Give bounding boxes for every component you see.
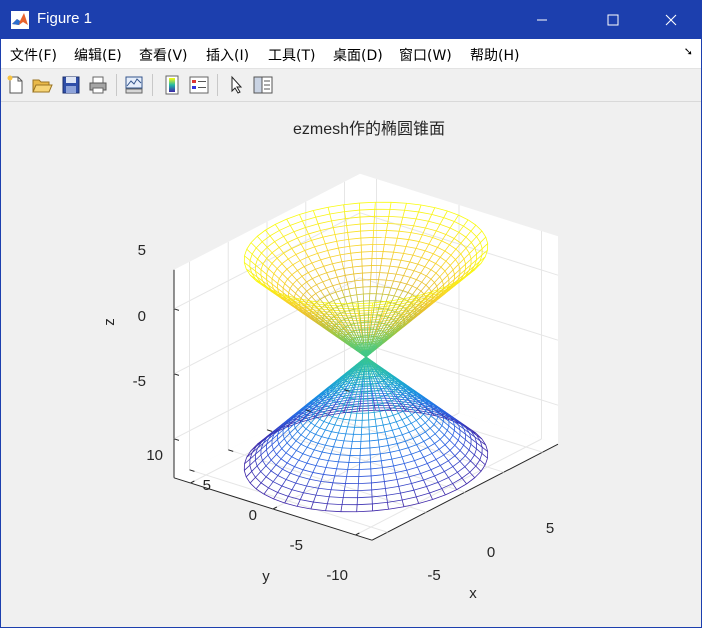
mesh-line: [344, 327, 352, 328]
close-icon: [665, 14, 677, 26]
mesh-line: [342, 448, 351, 449]
mesh-line: [380, 273, 388, 274]
open-file-icon[interactable]: [31, 74, 53, 96]
z-tick-label: -5: [133, 373, 146, 390]
x-tick-label: 5: [546, 520, 554, 537]
menu-tools[interactable]: 工具(T): [268, 45, 315, 65]
property-editor-icon[interactable]: [252, 74, 274, 96]
window-title: Figure 1: [37, 10, 92, 27]
mesh-line: [362, 391, 372, 392]
maximize-button[interactable]: [590, 1, 636, 39]
mesh-line: [360, 462, 371, 463]
close-button[interactable]: [648, 1, 694, 39]
figure-window: Figure 1 文件(F) 编辑(E) 查看(V) 插入(I) 工具(T) 桌…: [0, 0, 702, 628]
z-tick-label: 5: [138, 242, 146, 259]
menu-view[interactable]: 查看(V): [139, 45, 188, 65]
mesh-line: [380, 386, 388, 387]
mesh-line: [360, 455, 370, 456]
mesh-line: [344, 441, 352, 442]
menu-edit[interactable]: 编辑(E): [74, 45, 122, 65]
z-tick-label: 0: [138, 308, 146, 325]
mesh-line: [360, 320, 371, 321]
mesh-line: [362, 259, 372, 260]
x-tick-label: 0: [487, 544, 495, 561]
edit-plot-pointer-icon[interactable]: [226, 74, 248, 96]
y-tick-label: 10: [146, 447, 163, 464]
print-icon[interactable]: [87, 74, 109, 96]
mesh-line: [360, 323, 370, 324]
maximize-icon: [607, 14, 619, 26]
figure-canvas[interactable]: ezmesh作的椭圆锥面 5 0 -5 z 10 5 0 -5 -10 y -5…: [1, 102, 701, 627]
x-tick-label: -5: [427, 567, 440, 584]
insert-colorbar-icon[interactable]: [161, 74, 183, 96]
z-axis-label: z: [101, 318, 118, 326]
menu-help[interactable]: 帮助(H): [470, 45, 519, 65]
toolbar-separator: [116, 74, 117, 96]
y-tick-label: -5: [290, 537, 303, 554]
y-axis-label: y: [262, 568, 270, 585]
matlab-logo-icon: [11, 11, 29, 29]
mesh-line: [361, 252, 372, 253]
menu-bar: 文件(F) 编辑(E) 查看(V) 插入(I) 工具(T) 桌面(D) 窗口(W…: [1, 39, 701, 69]
mesh-line: [381, 389, 390, 390]
insert-legend-icon[interactable]: [188, 74, 210, 96]
mesh-plot[interactable]: ezmesh作的椭圆锥面 5 0 -5 z 10 5 0 -5 -10 y -5…: [1, 102, 701, 627]
minimize-icon: [536, 14, 548, 26]
mesh-line: [379, 308, 384, 309]
y-tick-label: 0: [249, 507, 257, 524]
mesh-line: [361, 393, 372, 394]
y-tick-label: 5: [203, 477, 211, 494]
title-bar[interactable]: Figure 1: [1, 1, 701, 39]
menu-window[interactable]: 窗口(W): [399, 45, 452, 65]
toolbar-separator: [217, 74, 218, 96]
x-axis-label: x: [469, 585, 477, 602]
toolbar: [1, 69, 701, 102]
plot-title: ezmesh作的椭圆锥面: [293, 120, 445, 138]
menu-dock-arrow-icon[interactable]: ➘: [684, 45, 693, 58]
toolbar-separator: [152, 74, 153, 96]
mesh-line: [342, 325, 351, 326]
menu-desktop[interactable]: 桌面(D): [333, 45, 383, 65]
menu-file[interactable]: 文件(F): [10, 45, 57, 65]
new-figure-icon[interactable]: [5, 74, 27, 96]
y-tick-label: -10: [326, 567, 348, 584]
mesh-line: [381, 266, 390, 267]
mesh-line: [348, 405, 353, 406]
menu-insert[interactable]: 插入(I): [206, 45, 249, 65]
link-plot-icon[interactable]: [123, 74, 145, 96]
minimize-button[interactable]: [519, 1, 565, 39]
save-icon[interactable]: [60, 74, 82, 96]
